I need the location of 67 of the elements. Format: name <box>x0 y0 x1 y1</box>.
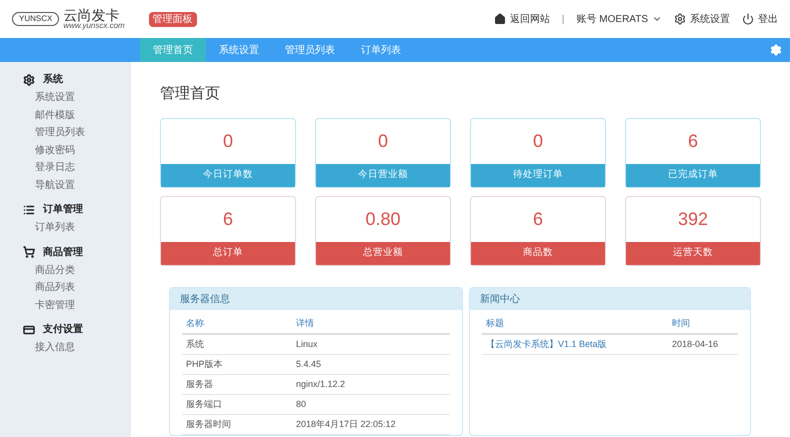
sidebar-item[interactable]: 订单列表 <box>23 219 131 236</box>
stat-value: 6 <box>532 208 544 231</box>
stat-label: 总订单 <box>161 242 295 265</box>
table-cell-text: 服务端口 <box>185 398 223 411</box>
stat-value: 6 <box>686 130 699 153</box>
stat-value: 0 <box>532 130 544 153</box>
header-link[interactable]: 登出 <box>742 12 778 26</box>
nav-tab[interactable]: 订单列表 <box>348 38 414 62</box>
sidebar-item[interactable]: 管理员列表 <box>23 124 131 142</box>
table-cell-text: 系统 <box>185 338 205 351</box>
sidebar-item[interactable]: 商品分类 <box>23 262 131 279</box>
stat-label: 待处理订单 <box>471 164 605 187</box>
stat-label: 运营天数 <box>626 242 760 265</box>
sidebar-item[interactable]: 系统设置 <box>23 89 131 106</box>
table-cell-text: 2018-04-16 <box>671 338 720 351</box>
sidebar-section-title: 系统 <box>43 72 63 87</box>
sidebar-section-title: 商品管理 <box>43 245 83 260</box>
column-header: 标题 <box>485 316 505 330</box>
column-header: 详情 <box>295 316 315 330</box>
table-cell-text: PHP版本 <box>185 358 224 371</box>
table-cell-text: 服务器时间 <box>185 418 232 431</box>
cart-icon <box>23 246 35 258</box>
nav-tab[interactable]: 管理员列表 <box>272 38 348 62</box>
stat-label: 商品数 <box>471 242 605 265</box>
stat-label: 总营业额 <box>316 242 450 265</box>
stat-value: 392 <box>676 208 710 231</box>
table-cell-text: 5.4.45 <box>295 358 322 371</box>
credit-card-icon <box>23 324 35 336</box>
header-link[interactable]: 系统设置 <box>674 12 730 26</box>
header-link[interactable]: 账号 MOERATS <box>576 12 662 26</box>
stat-value: 0 <box>222 130 234 153</box>
table-cell-text: 服务器 <box>185 378 214 391</box>
page-title: 管理首页 <box>160 84 221 104</box>
sidebar-item[interactable]: 邮件模版 <box>23 106 131 124</box>
sidebar-section-title: 订单管理 <box>43 202 83 217</box>
logo-title: 云尚发卡 <box>63 8 120 22</box>
nav-tab[interactable]: 系统设置 <box>206 38 272 62</box>
sidebar-item[interactable]: 商品列表 <box>23 279 131 296</box>
separator: | <box>562 12 565 26</box>
stat-label: 已完成订单 <box>626 164 760 187</box>
panel-badge: 管理面板 <box>148 12 197 26</box>
logo-url: www.yunscx.com <box>63 22 125 30</box>
table-cell-text: nginx/1.12.2 <box>295 378 346 391</box>
stat-value: 0 <box>376 130 389 153</box>
table-cell-text: 80 <box>295 398 308 411</box>
news-link[interactable]: 【云尚发卡系统】V1.1 Beta版 <box>482 338 668 352</box>
stat-value: 0.80 <box>364 208 402 231</box>
column-header: 名称 <box>185 316 205 330</box>
stat-label: 今日订单数 <box>161 164 295 187</box>
table-cell-text: 2018年4月17日 22:05:12 <box>295 418 397 431</box>
column-header: 时间 <box>671 316 691 330</box>
sidebar-item[interactable]: 导航设置 <box>23 176 131 194</box>
panel-title: 新闻中心 <box>470 288 750 310</box>
table-cell-text: Linux <box>295 338 319 351</box>
sidebar-item[interactable]: 登录日志 <box>23 159 131 176</box>
sidebar-section-title: 支付设置 <box>43 322 83 337</box>
sidebar-item[interactable]: 卡密管理 <box>23 296 131 314</box>
sidebar-item[interactable]: 修改密码 <box>23 142 131 159</box>
stat-label: 今日营业额 <box>316 164 450 187</box>
home-icon <box>494 13 506 25</box>
logo-badge: YUNSCX <box>12 12 60 26</box>
panel-title: 服务器信息 <box>170 288 462 310</box>
power-icon <box>742 13 754 25</box>
list-icon <box>23 204 35 216</box>
header-link[interactable]: 返回网站 <box>494 12 550 26</box>
sidebar-item[interactable]: 接入信息 <box>23 339 131 356</box>
stat-value: 6 <box>222 208 234 231</box>
